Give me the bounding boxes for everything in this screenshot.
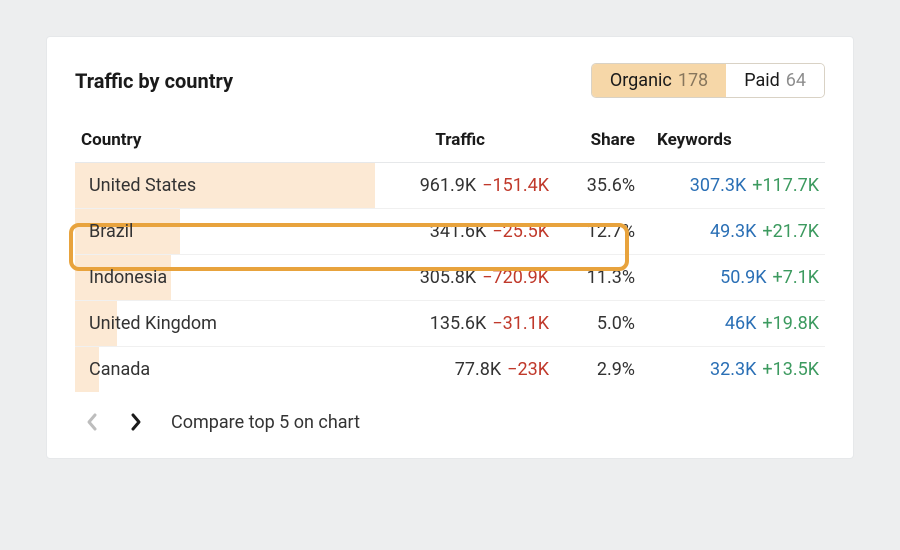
toggle-paid-label: Paid [744,70,780,91]
share-cell: 11.3% [555,255,645,301]
keywords-value: 307.3K [684,175,746,196]
toggle-organic[interactable]: Organic 178 [592,64,726,97]
table-row[interactable]: Brazil341.6K−25.5K12.7%49.3K+21.7K [75,209,825,255]
country-name: Indonesia [89,267,167,288]
traffic-cell: 77.8K −23K [375,347,555,393]
traffic-delta: −23K [507,359,549,380]
keywords-value: 50.9K [705,267,767,288]
table-row[interactable]: Indonesia305.8K−720.9K11.3%50.9K+7.1K [75,255,825,301]
card-footer: Compare top 5 on chart [75,408,825,436]
country-name: United Kingdom [89,313,217,334]
toggle-paid[interactable]: Paid 64 [726,64,824,97]
keywords-cell: 50.9K +7.1K [645,255,825,301]
share-cell: 35.6% [555,163,645,209]
keywords-value: 49.3K [694,221,756,242]
country-cell: Canada [75,347,375,393]
chevron-right-icon [129,412,143,432]
share-cell: 12.7% [555,209,645,255]
traffic-by-country-card: Traffic by country Organic 178 Paid 64 C… [46,36,854,459]
table-row[interactable]: United States961.9K−151.4K35.6%307.3K+11… [75,163,825,209]
country-name: Canada [89,359,150,380]
traffic-cell: 305.8K−720.9K [375,255,555,301]
keywords-cell: 46K +19.8K [645,301,825,347]
traffic-delta: −151.4K [482,175,549,196]
next-button[interactable] [125,408,147,436]
share-cell: 5.0% [555,301,645,347]
keywords-delta: +13.5K [762,359,819,380]
table-row[interactable]: Canada 77.8K −23K 2.9% 32.3K +13.5K [75,347,825,393]
traffic-value: 77.8K [455,359,501,380]
keywords-delta: +21.7K [762,221,819,242]
nav-arrows [81,408,147,436]
traffic-cell: 135.6K−31.1K [375,301,555,347]
traffic-value: 341.6K [430,221,487,242]
toggle-organic-label: Organic [610,70,672,91]
traffic-type-toggle: Organic 178 Paid 64 [591,63,825,98]
keywords-delta: +19.8K [762,313,819,334]
traffic-value: 961.9K [420,175,477,196]
toggle-paid-count: 64 [786,70,806,91]
country-cell: United States [75,163,375,209]
card-title: Traffic by country [75,69,233,93]
compare-link[interactable]: Compare top 5 on chart [171,412,360,433]
keywords-delta: +117.7K [752,175,819,196]
country-cell: United Kingdom [75,301,375,347]
keywords-value: 46K [694,313,756,334]
card-header: Traffic by country Organic 178 Paid 64 [75,63,825,98]
chevron-left-icon [85,412,99,432]
country-cell: Indonesia [75,255,375,301]
col-country: Country [75,120,375,163]
table-row[interactable]: United Kingdom135.6K−31.1K5.0%46K+19.8K [75,301,825,347]
keywords-cell: 49.3K +21.7K [645,209,825,255]
country-name: United States [89,175,196,196]
traffic-delta: −720.9K [482,267,549,288]
traffic-value: 135.6K [430,313,487,334]
traffic-delta: −25.5K [492,221,549,242]
share-cell: 2.9% [555,347,645,393]
keywords-value: 32.3K [694,359,756,380]
keywords-cell: 307.3K +117.7K [645,163,825,209]
country-cell: Brazil [75,209,375,255]
keywords-cell: 32.3K +13.5K [645,347,825,393]
col-keywords: Keywords [645,120,825,163]
col-share: Share [555,120,645,163]
country-table: Country Traffic Share Keywords United St… [75,120,825,392]
prev-button[interactable] [81,408,103,436]
traffic-cell: 961.9K−151.4K [375,163,555,209]
traffic-value: 305.8K [420,267,477,288]
traffic-delta: −31.1K [492,313,549,334]
col-traffic: Traffic [375,120,555,163]
traffic-cell: 341.6K−25.5K [375,209,555,255]
country-name: Brazil [89,221,133,242]
toggle-organic-count: 178 [678,70,708,91]
keywords-delta: +7.1K [773,267,820,288]
